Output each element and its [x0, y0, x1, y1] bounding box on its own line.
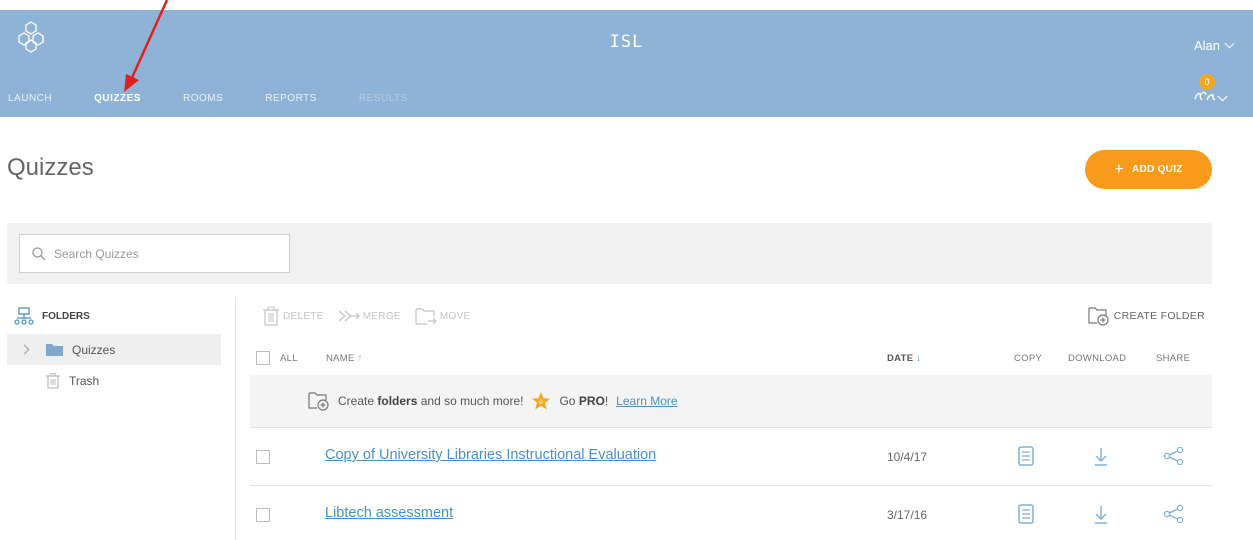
- star-icon: [532, 392, 551, 410]
- move-button[interactable]: MOVE: [415, 307, 471, 325]
- sort-up-arrow-icon: ↑: [357, 353, 363, 364]
- table-row: Libtech assessment 3/17/16: [250, 486, 1212, 540]
- chevron-down-icon: [1224, 38, 1235, 49]
- quiz-date: 3/17/16: [887, 508, 928, 522]
- folder-plus-icon: [1088, 307, 1109, 326]
- quiz-date: 10/4/17: [887, 450, 928, 464]
- plus-icon: +: [1114, 160, 1124, 178]
- user-name: Alan: [1193, 38, 1220, 53]
- table-row: Copy of University Libraries Instruction…: [250, 428, 1212, 486]
- top-strip: [0, 0, 1253, 10]
- page-title: Quizzes: [7, 154, 94, 181]
- quiz-name-link[interactable]: Copy of University Libraries Instruction…: [325, 447, 656, 463]
- sidebar-item-quizzes[interactable]: Quizzes: [7, 334, 221, 365]
- header-share: SHARE: [1156, 353, 1191, 364]
- sidebar-item-trash[interactable]: Trash: [7, 365, 232, 396]
- chevron-right-icon[interactable]: [19, 344, 30, 355]
- download-arrow-icon[interactable]: [1094, 446, 1108, 466]
- download-arrow-icon[interactable]: [1094, 504, 1108, 524]
- nav-reports[interactable]: REPORTS: [244, 88, 338, 117]
- move-folder-icon: [415, 308, 437, 325]
- move-label: MOVE: [439, 310, 471, 322]
- sidebar-item-label: Quizzes: [72, 342, 116, 357]
- share-nodes-icon[interactable]: [1163, 504, 1185, 524]
- add-quiz-button[interactable]: + ADD QUIZ: [1085, 150, 1212, 189]
- app-title: ISL: [609, 32, 644, 52]
- trash-icon: [263, 306, 279, 326]
- create-folder-label: CREATE FOLDER: [1113, 310, 1205, 322]
- search-band: [7, 223, 1212, 284]
- row-checkbox[interactable]: [256, 508, 270, 522]
- nav-results[interactable]: RESULTS: [338, 88, 429, 117]
- folders-header-label: FOLDERS: [42, 310, 90, 322]
- search-icon: [32, 246, 46, 260]
- trash-icon: [46, 372, 60, 389]
- main-nav: LAUNCH QUIZZES ROOMS REPORTS RESULTS: [0, 88, 429, 124]
- app-header: ISL Alan LAUNCH QUIZZES ROOMS REPORTS RE…: [0, 10, 1253, 124]
- header-all: ALL: [280, 353, 298, 364]
- create-folder-button[interactable]: CREATE FOLDER: [1088, 306, 1205, 326]
- header-name-label: NAME: [326, 353, 355, 364]
- folder-icon: [46, 344, 63, 356]
- search-input[interactable]: [54, 246, 274, 261]
- folder-plus-icon: [308, 392, 329, 411]
- learn-more-link[interactable]: Learn More: [616, 394, 677, 408]
- header-date-label: DATE: [887, 353, 914, 364]
- header-download: DOWNLOAD: [1068, 353, 1127, 364]
- sidebar-item-label: Trash: [69, 373, 100, 388]
- delete-label: DELETE: [283, 310, 324, 322]
- pro-promo-banner: Create folders and so much more! Go PRO!…: [250, 375, 1212, 428]
- sort-down-arrow-icon: ↓: [916, 353, 922, 364]
- search-box[interactable]: [19, 234, 290, 273]
- credits-badge: 0: [1199, 74, 1215, 90]
- share-nodes-icon[interactable]: [1163, 446, 1185, 466]
- promo-go-pro: Go PRO!: [559, 394, 609, 408]
- header-copy: COPY: [1014, 353, 1043, 364]
- header-date[interactable]: DATE ↓: [887, 353, 921, 364]
- merge-label: MERGE: [362, 310, 401, 322]
- folders-header: FOLDERS: [7, 298, 232, 334]
- sidebar-divider: [235, 298, 236, 540]
- merge-button[interactable]: MERGE: [338, 309, 401, 323]
- quiz-toolbar: DELETE MERGE MOVE: [262, 306, 471, 326]
- merge-arrow-icon: [338, 310, 360, 322]
- hands-icon: [1194, 91, 1216, 101]
- red-arrow-annotation: [124, 0, 169, 92]
- table-header: ALL NAME ↑ DATE ↓ COPY DOWNLOAD SHARE: [250, 342, 1212, 375]
- nav-launch[interactable]: LAUNCH: [0, 88, 73, 117]
- quiz-name-link[interactable]: Libtech assessment: [325, 505, 453, 521]
- folders-sidebar: FOLDERS Quizzes Trash: [7, 298, 232, 396]
- quiz-table: ALL NAME ↑ DATE ↓ COPY DOWNLOAD SHARE Cr…: [250, 342, 1212, 540]
- header-name[interactable]: NAME ↑: [326, 353, 363, 364]
- document-copy-icon[interactable]: [1018, 504, 1034, 524]
- add-quiz-label: ADD QUIZ: [1131, 164, 1183, 175]
- credits-menu[interactable]: 0: [1193, 74, 1233, 114]
- nav-rooms[interactable]: ROOMS: [162, 88, 244, 117]
- chevron-down-icon: [1217, 91, 1228, 102]
- user-menu[interactable]: Alan: [1193, 38, 1235, 53]
- row-checkbox[interactable]: [256, 450, 270, 464]
- delete-button[interactable]: DELETE: [262, 306, 324, 326]
- promo-text: Create folders and so much more!: [338, 394, 524, 408]
- select-all-checkbox[interactable]: [256, 351, 270, 365]
- folder-tree-icon: [14, 307, 34, 325]
- document-copy-icon[interactable]: [1018, 446, 1034, 466]
